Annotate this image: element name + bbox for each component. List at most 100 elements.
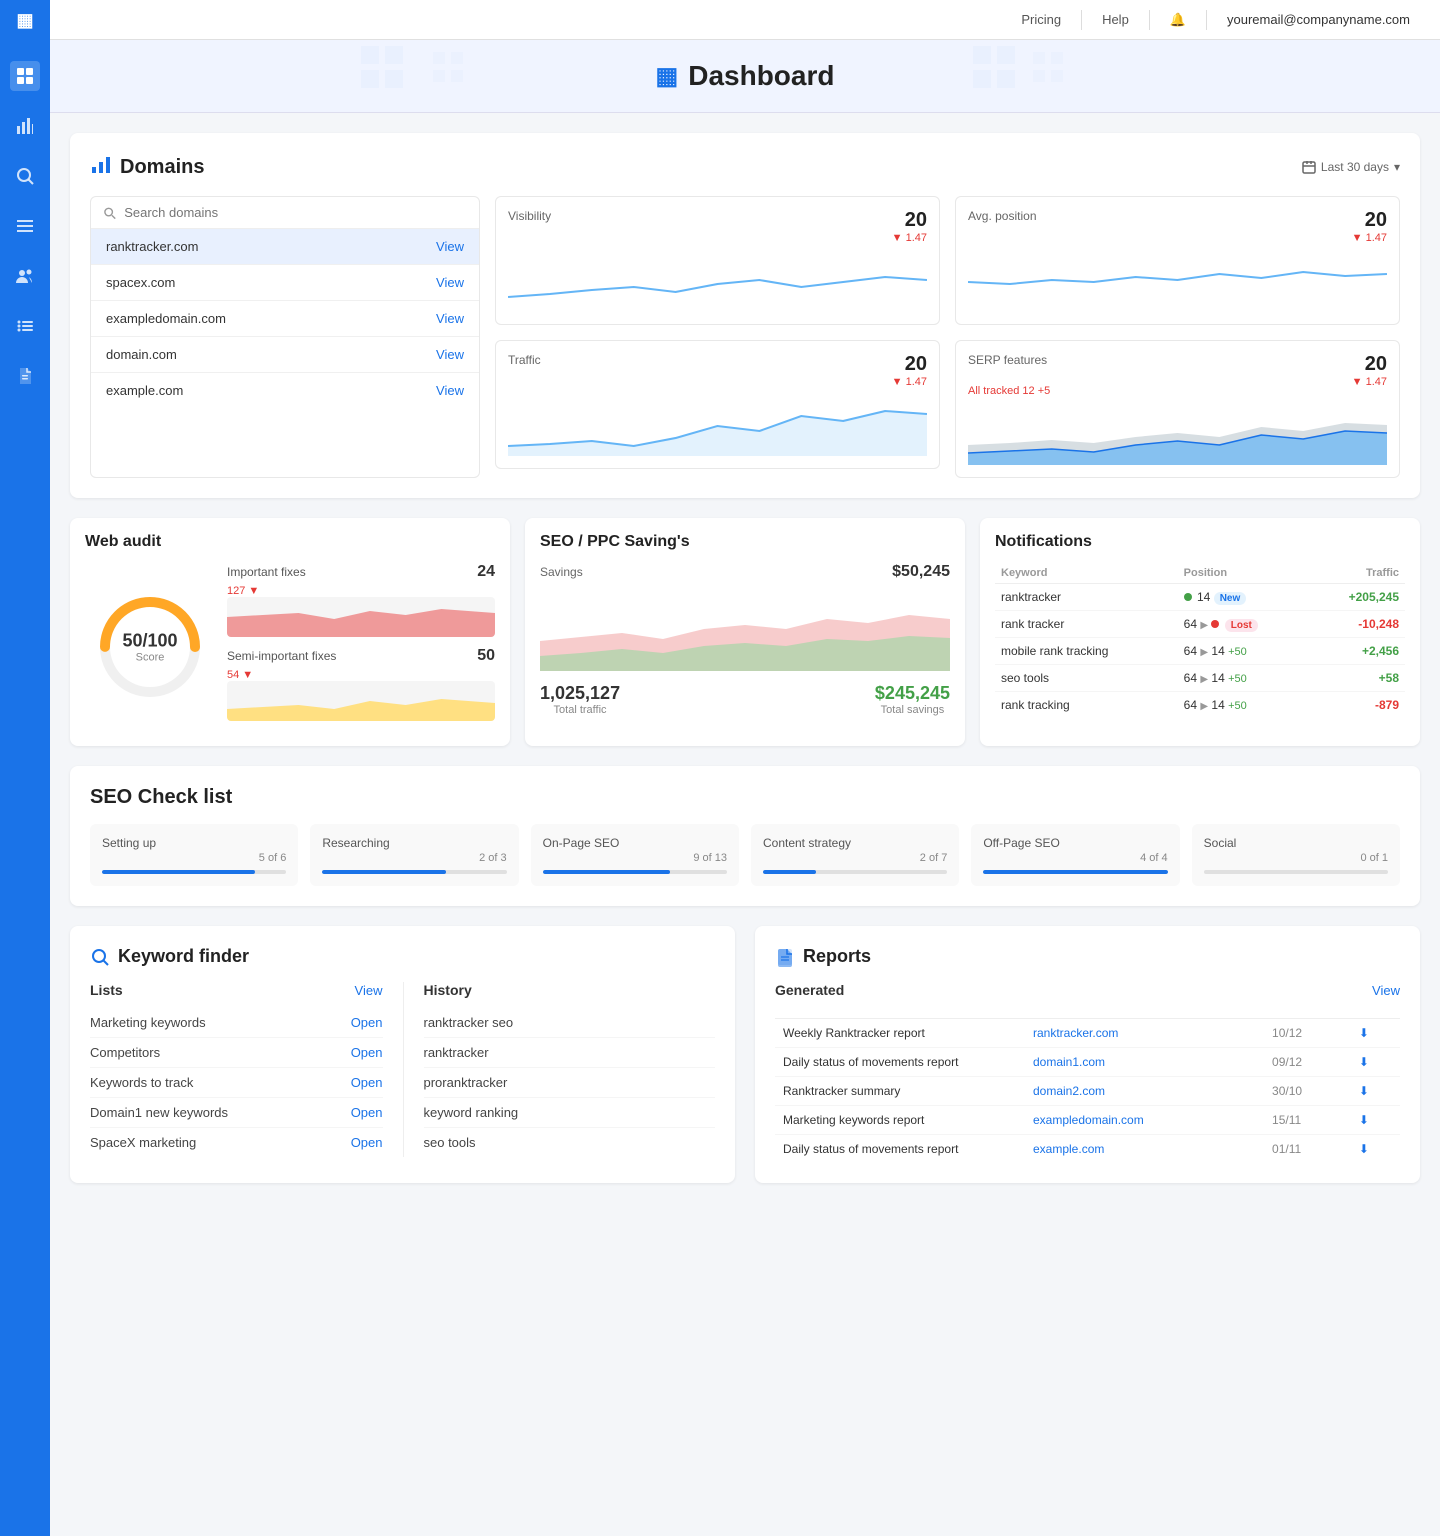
kf-list-item[interactable]: SpaceX marketing Open: [90, 1128, 383, 1157]
kf-history-item[interactable]: ranktracker seo: [424, 1008, 716, 1038]
kf-history-item[interactable]: ranktracker: [424, 1038, 716, 1068]
kf-list-item[interactable]: Competitors Open: [90, 1038, 383, 1068]
report-row: Daily status of movements report domain1…: [775, 1048, 1400, 1077]
checklist-bar: [763, 870, 816, 874]
domain-row-spacex[interactable]: spacex.com View: [91, 265, 479, 301]
report-date: 15/11: [1264, 1106, 1351, 1135]
domain-view-link[interactable]: View: [436, 275, 464, 290]
total-savings-stat: $245,245 Total savings: [875, 683, 950, 716]
checklist-setting-up[interactable]: Setting up 5 of 6: [90, 824, 298, 886]
domain-view-link[interactable]: View: [436, 347, 464, 362]
checklist-bar-bg: [763, 870, 947, 874]
domain-view-link[interactable]: View: [436, 383, 464, 398]
report-row: Marketing keywords report exampledomain.…: [775, 1106, 1400, 1135]
reports-panel: Reports Generated View: [755, 926, 1420, 1183]
domain-row-ranktracker[interactable]: ranktracker.com View: [91, 229, 479, 265]
kf-title: Keyword finder: [90, 946, 249, 967]
report-domain: exampledomain.com: [1025, 1106, 1264, 1135]
kf-item-open[interactable]: Open: [351, 1105, 383, 1120]
kf-item-open[interactable]: Open: [351, 1135, 383, 1150]
important-fixes-chart: [227, 597, 495, 637]
domain-row-domain[interactable]: domain.com View: [91, 337, 479, 373]
checklist-label: On-Page SEO: [543, 836, 727, 850]
reports-col-name: [775, 1008, 1025, 1019]
semi-fixes-count: 50: [477, 647, 495, 665]
help-link[interactable]: Help: [1092, 12, 1139, 27]
domain-row-example[interactable]: example.com View: [91, 373, 479, 408]
checklist-researching[interactable]: Researching 2 of 3: [310, 824, 518, 886]
notification-bell[interactable]: 🔔: [1160, 12, 1196, 28]
notif-row-mobile: mobile rank tracking 64 ▶ 14 +50 +2,456: [995, 638, 1405, 665]
serp-label: SERP features: [968, 353, 1050, 367]
kf-item-name: Competitors: [90, 1045, 160, 1060]
total-traffic-stat: 1,025,127 Total traffic: [540, 683, 620, 716]
kf-history-item[interactable]: proranktracker: [424, 1068, 716, 1098]
checklist-label: Content strategy: [763, 836, 947, 850]
kf-item-open[interactable]: Open: [351, 1015, 383, 1030]
sidebar-icon-search[interactable]: [10, 161, 40, 191]
search-icon: [103, 206, 116, 220]
checklist-label: Setting up: [102, 836, 286, 850]
report-date: 30/10: [1264, 1077, 1351, 1106]
sidebar-icon-doc[interactable]: [10, 361, 40, 391]
kf-history-name: proranktracker: [424, 1075, 508, 1090]
kf-item-open[interactable]: Open: [351, 1075, 383, 1090]
kf-list-item[interactable]: Keywords to track Open: [90, 1068, 383, 1098]
sidebar-icon-table[interactable]: [10, 211, 40, 241]
kf-history-item[interactable]: keyword ranking: [424, 1098, 716, 1128]
notif-header-keyword: Keyword: [995, 563, 1178, 584]
report-date: 01/11: [1264, 1135, 1351, 1164]
checklist-content[interactable]: Content strategy 2 of 7: [751, 824, 959, 886]
report-download[interactable]: ⬇: [1351, 1077, 1400, 1106]
domain-list-panel: ranktracker.com View spacex.com View exa…: [90, 196, 480, 478]
notif-traffic: +2,456: [1310, 638, 1405, 665]
kf-history-item[interactable]: seo tools: [424, 1128, 716, 1157]
top-nav: Pricing Help 🔔 youremail@companyname.com: [50, 0, 1440, 40]
domains-section: Domains Last 30 days ▾: [70, 133, 1420, 498]
sidebar-icon-users[interactable]: [10, 261, 40, 291]
kf-history-header: History: [424, 982, 716, 998]
domain-view-link[interactable]: View: [436, 311, 464, 326]
notif-keyword: rank tracking: [995, 692, 1178, 719]
content-area: Domains Last 30 days ▾: [50, 113, 1440, 1536]
checklist-label: Social: [1204, 836, 1388, 850]
report-download[interactable]: ⬇: [1351, 1048, 1400, 1077]
report-date: 09/12: [1264, 1048, 1351, 1077]
reports-icon: [775, 947, 795, 967]
checklist-social[interactable]: Social 0 of 1: [1192, 824, 1400, 886]
kf-lists-view[interactable]: View: [355, 983, 383, 998]
domain-view-link[interactable]: View: [436, 239, 464, 254]
pos-dot-green: [1184, 593, 1192, 601]
reports-generated-header: Generated View: [775, 982, 1400, 998]
kf-list-item[interactable]: Domain1 new keywords Open: [90, 1098, 383, 1128]
report-download[interactable]: ⬇: [1351, 1019, 1400, 1048]
search-box[interactable]: [91, 197, 479, 229]
seo-ppc-panel: SEO / PPC Saving's Savings $50,245 1,0: [525, 518, 965, 746]
date-filter[interactable]: Last 30 days ▾: [1302, 160, 1400, 174]
domain-name: domain.com: [106, 347, 177, 362]
pricing-link[interactable]: Pricing: [1011, 12, 1071, 27]
notif-position: 64 ▶ 14 +50: [1178, 638, 1310, 665]
kf-item-open[interactable]: Open: [351, 1045, 383, 1060]
domain-row-exampledomain[interactable]: exampledomain.com View: [91, 301, 479, 337]
sidebar-icon-chart[interactable]: [10, 111, 40, 141]
reports-view-link[interactable]: View: [1372, 983, 1400, 998]
checklist-offpage[interactable]: Off-Page SEO 4 of 4: [971, 824, 1179, 886]
checklist-bar-bg: [322, 870, 506, 874]
kf-list-item[interactable]: Marketing keywords Open: [90, 1008, 383, 1038]
sidebar-icon-grid[interactable]: [10, 61, 40, 91]
report-download[interactable]: ⬇: [1351, 1106, 1400, 1135]
generated-title: Generated: [775, 982, 844, 998]
visibility-top: Visibility 20 ▼ 1.47: [508, 209, 927, 244]
account-menu[interactable]: youremail@companyname.com: [1217, 12, 1420, 27]
domain-search-input[interactable]: [124, 205, 467, 220]
notif-keyword: rank tracker: [995, 611, 1178, 638]
serp-change: ▼ 1.47: [1352, 376, 1387, 388]
checklist-onpage[interactable]: On-Page SEO 9 of 13: [531, 824, 739, 886]
kf-lists-header: Lists View: [90, 982, 383, 998]
report-download[interactable]: ⬇: [1351, 1135, 1400, 1164]
notif-row-rank-tracker: rank tracker 64 ▶ Lost -10,248: [995, 611, 1405, 638]
checklist-bar-bg: [543, 870, 727, 874]
checklist-label: Off-Page SEO: [983, 836, 1167, 850]
sidebar-icon-list[interactable]: [10, 311, 40, 341]
